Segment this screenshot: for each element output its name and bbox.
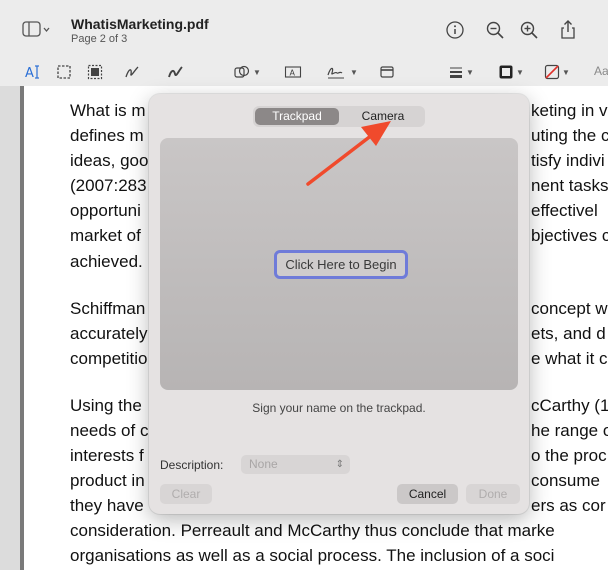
text-box-icon[interactable]: A: [280, 62, 306, 82]
page-edge: [20, 86, 24, 570]
text-line: o the proc: [531, 446, 607, 465]
share-icon[interactable]: [557, 19, 579, 41]
text-line: uting the c: [531, 126, 608, 145]
text-line: consume: [531, 471, 600, 490]
text-line: organisations as well as a social proces…: [70, 546, 555, 565]
cancel-button[interactable]: Cancel: [397, 484, 458, 504]
sidebar-gutter: [0, 86, 20, 570]
text-line: bjectives c: [531, 226, 608, 245]
svg-text:A: A: [290, 69, 296, 78]
clear-button[interactable]: Clear: [160, 484, 212, 504]
text-line: ers as cor: [531, 496, 606, 515]
chevron-down-icon: ▼: [562, 67, 570, 77]
text-line: tisfy indivi: [531, 151, 605, 170]
text-style-button[interactable]: Aa: [594, 64, 608, 78]
signature-hint: Sign your name on the trackpad.: [252, 401, 426, 415]
text-line: effectivel: [531, 201, 598, 220]
done-button[interactable]: Done: [466, 484, 520, 504]
signature-icon[interactable]: ▼: [325, 62, 359, 82]
rect-selection-icon[interactable]: [51, 62, 77, 82]
signature-sheet: Trackpad Camera Click Here to Begin Sign…: [149, 94, 529, 514]
info-icon[interactable]: [444, 19, 466, 41]
zoom-in-icon[interactable]: [518, 19, 540, 41]
text-line: consideration. Perreault and McCarthy th…: [70, 521, 555, 540]
chevron-down-icon: ▼: [466, 67, 474, 77]
description-select[interactable]: None ⇕: [241, 455, 350, 474]
zoom-out-icon[interactable]: [484, 19, 506, 41]
chevron-down-icon: ▼: [516, 67, 524, 77]
fill-color-icon[interactable]: ▼: [540, 62, 574, 82]
draw-icon[interactable]: [163, 62, 189, 82]
tab-trackpad[interactable]: Trackpad: [255, 108, 339, 125]
text-line: keting in va: [531, 101, 608, 120]
document-title: WhatisMarketing.pdf: [71, 16, 209, 32]
description-label: Description:: [160, 458, 224, 472]
trackpad-signature-area[interactable]: Click Here to Begin: [160, 138, 518, 390]
text-selection-icon[interactable]: A: [20, 62, 46, 82]
text-line: concept w: [531, 299, 608, 318]
note-icon[interactable]: [374, 62, 400, 82]
svg-text:A: A: [25, 66, 34, 81]
redact-icon[interactable]: [82, 62, 108, 82]
text-line: ets, and d: [531, 324, 606, 343]
sidebar-toggle-icon[interactable]: [22, 20, 50, 40]
text-line: e what it c: [531, 349, 608, 368]
description-value: None: [249, 457, 278, 471]
title-bar: WhatisMarketing.pdf Page 2 of 3: [0, 0, 608, 57]
shapes-icon[interactable]: ▼: [230, 62, 264, 82]
text-line: cCarthy (1: [531, 396, 608, 415]
tab-camera[interactable]: Camera: [341, 108, 425, 125]
sketch-icon[interactable]: [120, 62, 146, 82]
line-style-icon[interactable]: ▼: [444, 62, 478, 82]
page-indicator: Page 2 of 3: [71, 33, 128, 45]
chevron-down-icon: ▼: [253, 67, 261, 77]
signature-source-tabs: Trackpad Camera: [253, 106, 425, 127]
begin-signature-button[interactable]: Click Here to Begin: [274, 250, 408, 279]
border-color-icon[interactable]: ▼: [494, 62, 528, 82]
chevron-down-icon: ▼: [350, 67, 358, 77]
up-down-chevron-icon: ⇕: [335, 459, 344, 470]
text-line: he range o: [531, 421, 608, 440]
text-line: nent tasks: [531, 176, 608, 195]
